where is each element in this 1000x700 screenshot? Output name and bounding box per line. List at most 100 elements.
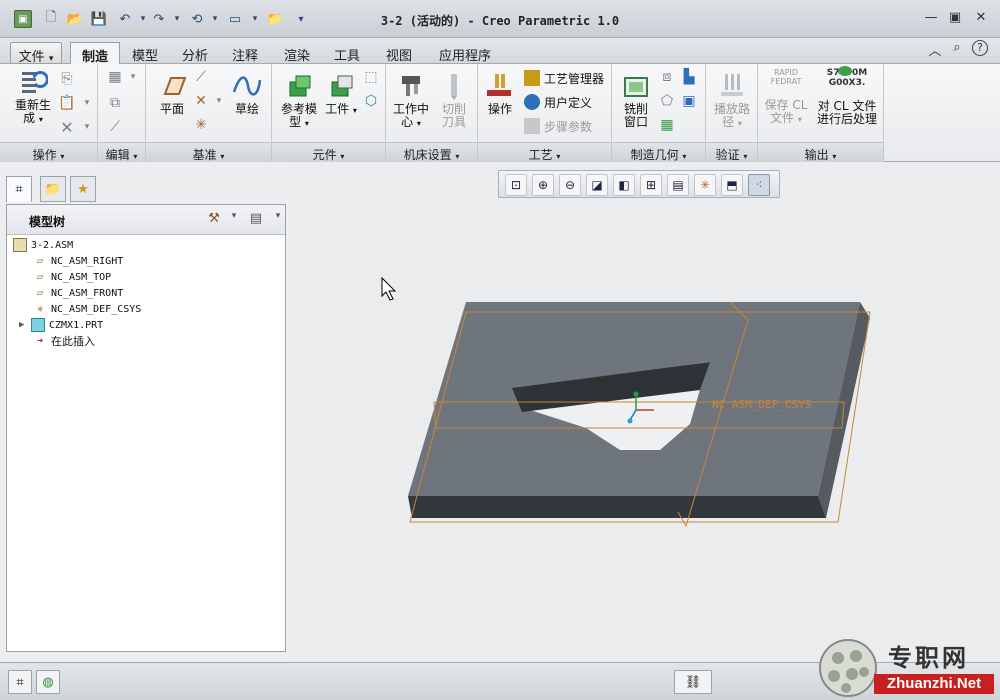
mirror-icon[interactable]: ⧉ [106,94,124,112]
tree-item-nc-asm-front[interactable]: ▱ NC_ASM_FRONT [33,285,124,301]
reference-model-icon [289,75,311,97]
work-center-icon [402,76,420,96]
user-defined-icon [524,94,540,110]
tree-item-nc-asm-top[interactable]: ▱ NC_ASM_TOP [33,269,112,285]
tree-settings-dropdown-icon[interactable]: ▾ [269,211,287,229]
mill-volume-icon[interactable]: ⧈ [658,68,676,86]
datum-point-icon[interactable]: ✕ [192,92,210,110]
drill-group-icon[interactable]: ⬠ [658,92,676,110]
assembly-icon [13,238,27,252]
green-arrow-icon [838,66,852,76]
mill-window-button[interactable]: 铣削 窗口 [616,72,656,129]
pattern-icon[interactable]: ▦ [106,68,124,86]
datum-plane-icon: ▱ [36,270,44,283]
close-icon[interactable]: ✕ [972,10,990,28]
trim-icon[interactable]: ⟋ [106,118,124,136]
maximize-icon[interactable]: ▣ [946,10,964,28]
watermark: 专职网 Zhuanzhi.Net [818,634,1000,700]
process-manager-icon [524,70,540,86]
group-label-process[interactable]: 工艺 ▾ [478,142,611,162]
cutting-tool-button[interactable]: 切削 刀具 [434,72,474,129]
process-manager-button[interactable]: 工艺管理器 [524,68,604,88]
tree-item-assembly[interactable]: 3-2.ASM [13,237,73,253]
turn-profile-icon[interactable]: ▣ [680,92,698,110]
group-label-mfg-geometry[interactable]: 制造几何 ▾ [612,142,705,162]
tree-tools-icon[interactable]: ⚒ [205,211,223,229]
group-label-verify[interactable]: 验证 ▾ [706,142,757,162]
part-icon [31,318,45,332]
search-icon[interactable]: ⌕ [948,40,966,58]
tab-file[interactable]: 文件 ▾ [10,42,62,65]
user-defined-button[interactable]: 用户定义 [524,92,592,112]
minimize-icon[interactable]: — [922,10,940,28]
pattern-dropdown-icon[interactable]: ▾ [124,68,142,86]
play-path-button[interactable]: 播放路 径 ▾ [710,72,754,130]
find-icon[interactable]: ⛓ [674,670,712,694]
regenerate-button[interactable]: 重新生 成 ▾ [8,68,58,126]
toggle-navigator-icon[interactable]: ⌗ [8,670,32,694]
mouse-cursor-icon [381,276,397,301]
step-params-icon [524,118,540,134]
tab-manufacturing[interactable]: 制造 [70,42,120,65]
tab-folder-browser[interactable]: 📁 [40,176,66,202]
collapse-ribbon-icon[interactable]: ︿ [926,40,944,59]
paste-icon[interactable]: 📋 [58,94,76,112]
tab-analysis[interactable]: 分析 [174,42,216,64]
plane-button[interactable]: 平面 [150,72,194,116]
operation-button[interactable]: 操作 [480,72,520,116]
assemble-icon[interactable]: ⬚ [362,68,380,86]
mill-surface-icon[interactable]: ▙ [680,68,698,86]
slab-front-face [408,496,826,518]
workpiece-icon [331,75,353,97]
tree-item-nc-asm-def-csys[interactable]: ✳ NC_ASM_DEF_CSYS [33,301,142,317]
paste-dropdown-icon[interactable]: ▾ [78,94,96,112]
window-title: 3-2 (活动的) - Creo Parametric 1.0 [380,14,620,28]
workpiece-button[interactable]: 工件 ▾ [322,72,360,117]
group-label-operations[interactable]: 操作 ▾ [0,142,97,162]
sketch-button[interactable]: 草绘 [226,72,268,116]
post-process-cl-button[interactable]: S7000M G00X3. 对 CL 文件 进行后处理 [812,68,882,126]
tab-tools[interactable]: 工具 [326,42,368,64]
help-icon[interactable]: ? [972,40,988,56]
create-component-icon[interactable]: ⬡ [362,92,380,110]
reference-model-button[interactable]: 参考模 型 ▾ [274,72,324,130]
stock-material-icon[interactable]: ▦ [658,116,676,134]
group-machine-setup: 工作中 心 ▾ 切削 刀具 机床设置 ▾ [386,64,478,162]
model-viewport[interactable]: NC_ASM_DEF_CSYS [290,162,1000,662]
tree-tools-dropdown-icon[interactable]: ▾ [225,211,243,229]
delete-icon[interactable]: ✕ [58,118,76,137]
tab-annotate[interactable]: 注释 [224,42,266,64]
tree-item-czmx1-prt[interactable]: ▶ CZMX1.PRT [19,317,103,333]
group-mfg-geometry: 铣削 窗口 ⧈ ▙ ⬠ ▣ ▦ 制造几何 ▾ [612,64,706,162]
tab-model[interactable]: 模型 [124,42,166,64]
tree-item-insert-here[interactable]: ➔ 在此插入 [33,333,95,349]
tab-view[interactable]: 视图 [378,42,420,64]
group-label-components[interactable]: 元件 ▾ [272,142,385,162]
tree-item-nc-asm-right[interactable]: ▱ NC_ASM_RIGHT [33,253,124,269]
group-label-datum[interactable]: 基准 ▾ [146,142,271,162]
group-label-output[interactable]: 输出 ▾ [758,142,883,162]
delete-dropdown-icon[interactable]: ▾ [78,118,96,136]
tab-model-tree[interactable]: ⌗ [6,176,32,202]
step-params-button[interactable]: 步骤参数 [524,116,592,136]
sketch-icon [232,76,262,96]
csys-small-icon[interactable]: ✳ [192,116,210,134]
save-cl-file-button[interactable]: RAPID FEDRAT 保存 CL 文件 ▾ [760,68,812,126]
ribbon: 重新生 成 ▾ ⎘ 📋 ▾ ✕ ▾ 操作 ▾ ▦ ▾ ⧉ ⟋ 编辑 ▾ 平面 ⟋… [0,64,1000,162]
operation-icon [487,74,511,96]
datum-axis-icon[interactable]: ⟋ [192,68,210,86]
expand-arrow-icon[interactable]: ▶ [19,320,31,330]
tab-applications[interactable]: 应用程序 [430,42,500,64]
cutting-tool-icon [451,74,457,100]
tree-settings-icon[interactable]: ▤ [247,211,265,229]
work-center-button[interactable]: 工作中 心 ▾ [388,72,434,130]
group-label-edit[interactable]: 编辑 ▾ [98,142,145,162]
toggle-browser-icon[interactable]: ◍ [36,670,60,694]
insert-arrow-icon: ➔ [36,334,44,347]
model-tree-header: 模型树 ⚒ ▾ ▤ ▾ [7,205,285,235]
watermark-url: Zhuanzhi.Net [874,674,994,694]
copy-icon[interactable]: ⎘ [58,70,76,88]
tab-render[interactable]: 渲染 [276,42,318,64]
tab-favorites[interactable]: ★ [70,176,96,202]
group-label-machine-setup[interactable]: 机床设置 ▾ [386,142,477,162]
